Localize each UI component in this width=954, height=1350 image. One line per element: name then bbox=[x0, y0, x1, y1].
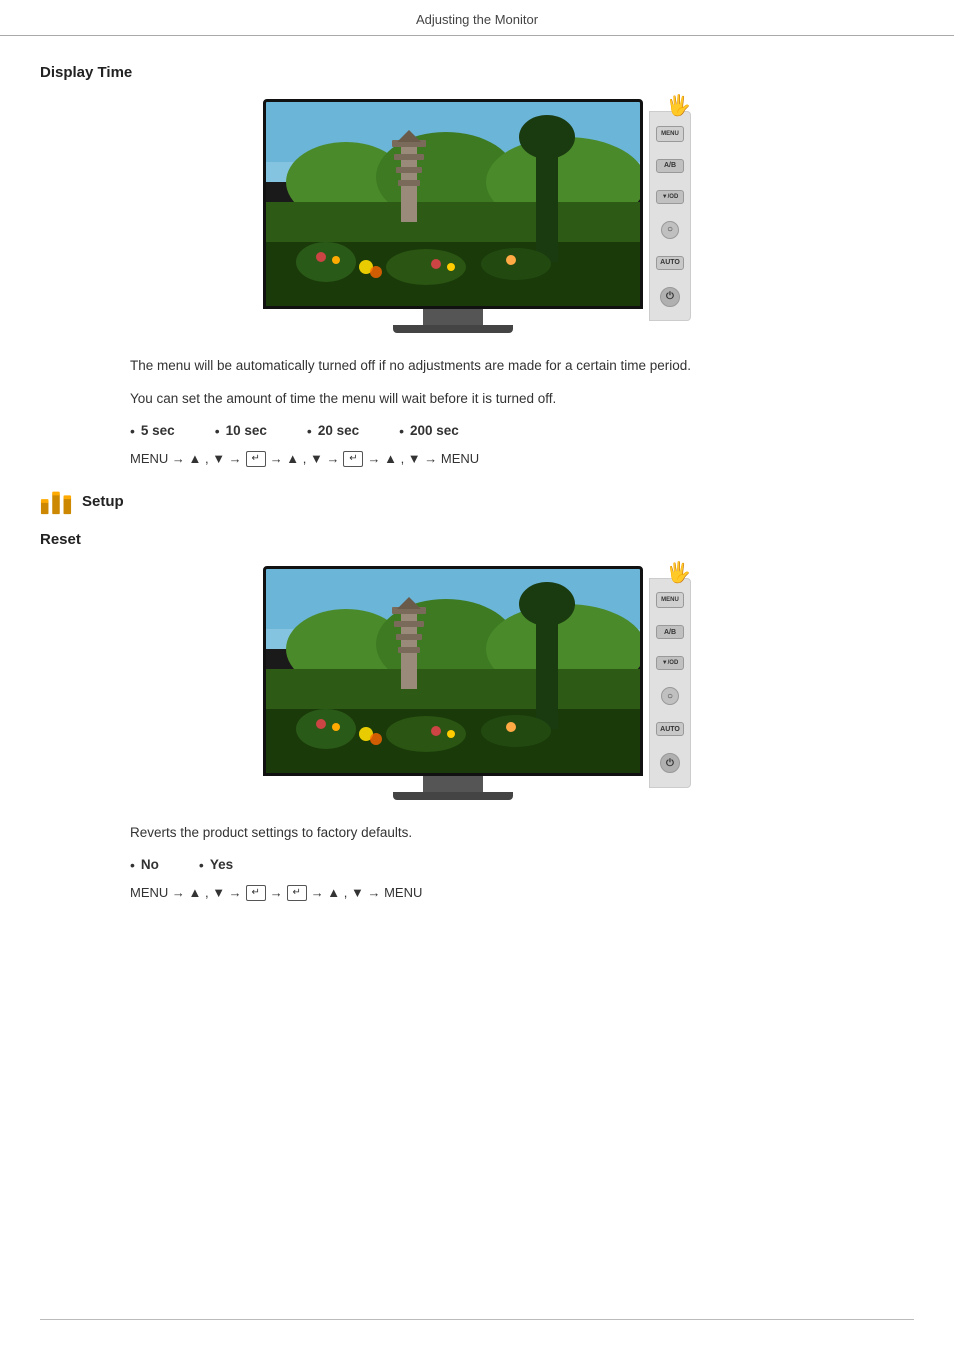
display-time-title: Display Time bbox=[40, 64, 914, 81]
setup-icon bbox=[40, 489, 72, 515]
reset-description: Reverts the product settings to factory … bbox=[130, 822, 824, 845]
power-button-2: ⏻ bbox=[660, 753, 680, 773]
reset-image: 🖐 MENU A/B ▼/OD ○ AUTO ⏻ bbox=[40, 566, 914, 800]
circle-button-2: ○ bbox=[661, 687, 679, 705]
auto-button-2: AUTO bbox=[656, 722, 684, 736]
display-time-desc2: You can set the amount of time the menu … bbox=[130, 388, 824, 411]
option-10sec: • 10 sec bbox=[215, 423, 267, 439]
display-time-options: • 5 sec • 10 sec • 20 sec • 200 sec bbox=[130, 423, 824, 439]
reset-desc-text: Reverts the product settings to factory … bbox=[130, 822, 824, 845]
menu-button-1: MENU bbox=[656, 126, 684, 142]
display-time-image: 🖐 MENU A/B ▼/OD ○ AUTO ⏻ bbox=[40, 99, 914, 333]
bottom-rule bbox=[40, 1319, 914, 1320]
setup-title: Setup bbox=[82, 493, 124, 510]
option-5sec: • 5 sec bbox=[130, 423, 175, 439]
display-time-menu-path: MENU → ▲ , ▼ → ↵ → ▲ , ▼ → ↵ → ▲ , ▼ → M… bbox=[130, 451, 824, 467]
option-20sec-label: 20 sec bbox=[318, 423, 359, 438]
menu-button-2: MENU bbox=[656, 592, 684, 608]
monitor-body-1 bbox=[263, 99, 643, 333]
page-header: Adjusting the Monitor bbox=[0, 0, 954, 36]
monitor-base-1 bbox=[393, 325, 513, 333]
monitor-screen-2 bbox=[263, 566, 643, 776]
desc2-text: You can set the amount of time the menu … bbox=[130, 388, 824, 411]
monitor-stand-2 bbox=[423, 776, 483, 792]
option-200sec: • 200 sec bbox=[399, 423, 459, 439]
monitor-screen-1 bbox=[263, 99, 643, 309]
option-yes: • Yes bbox=[199, 857, 233, 873]
reset-menu-path: MENU → ▲ , ▼ → ↵ → ↵ → ▲ , ▼ → MENU bbox=[130, 885, 824, 901]
side-buttons-1: MENU A/B ▼/OD ○ AUTO ⏻ bbox=[649, 111, 691, 321]
option-200sec-label: 200 sec bbox=[410, 423, 459, 438]
reset-options: • No • Yes bbox=[130, 857, 824, 873]
ab-button-1: A/B bbox=[656, 159, 684, 173]
power-button-1: ⏻ bbox=[660, 287, 680, 307]
auto-button-1: AUTO bbox=[656, 256, 684, 270]
option-10sec-label: 10 sec bbox=[226, 423, 267, 438]
monitor-wrapper-2: 🖐 MENU A/B ▼/OD ○ AUTO ⏻ bbox=[263, 566, 691, 800]
option-yes-label: Yes bbox=[210, 857, 233, 872]
side-buttons-2: MENU A/B ▼/OD ○ AUTO ⏻ bbox=[649, 578, 691, 788]
reset-title: Reset bbox=[40, 531, 914, 548]
monitor-base-2 bbox=[393, 792, 513, 800]
desc1-text: The menu will be automatically turned of… bbox=[130, 355, 824, 378]
option-no-label: No bbox=[141, 857, 159, 872]
monitor-wrapper-1: 🖐 MENU A/B ▼/OD ○ AUTO ⏻ bbox=[263, 99, 691, 333]
setup-header: Setup bbox=[40, 489, 914, 515]
page-title: Adjusting the Monitor bbox=[416, 12, 538, 27]
garden-scene-1 bbox=[266, 102, 643, 309]
display-time-desc1: The menu will be automatically turned of… bbox=[130, 355, 824, 378]
monitor-body-2 bbox=[263, 566, 643, 800]
option-no: • No bbox=[130, 857, 159, 873]
option-20sec: • 20 sec bbox=[307, 423, 359, 439]
garden-scene-2 bbox=[266, 569, 643, 776]
ab-button-2: A/B bbox=[656, 625, 684, 639]
circle-button-1: ○ bbox=[661, 221, 679, 239]
monitor-stand-1 bbox=[423, 309, 483, 325]
vod-button-2: ▼/OD bbox=[656, 656, 684, 670]
vod-button-1: ▼/OD bbox=[656, 190, 684, 204]
option-5sec-label: 5 sec bbox=[141, 423, 175, 438]
